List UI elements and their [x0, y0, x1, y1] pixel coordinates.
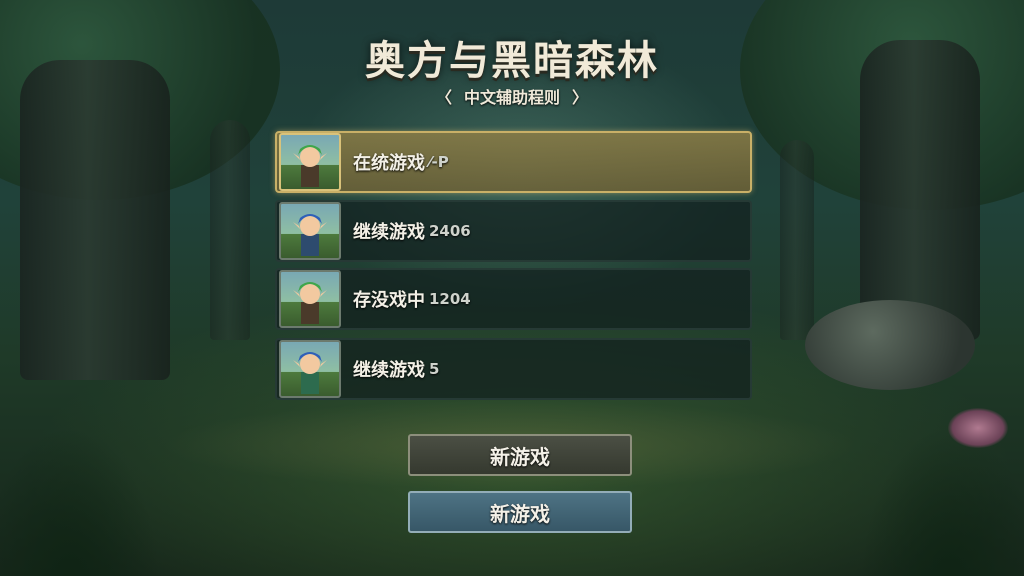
new-game-button[interactable]: 新游戏 — [408, 434, 632, 476]
save-slot-number: 5 — [429, 360, 440, 378]
character-portrait — [279, 202, 341, 260]
save-slot-1[interactable]: 在统游戏 ⁄-P — [275, 131, 752, 193]
save-slot-3[interactable]: 存没戏中 1204 — [275, 268, 752, 330]
pink-flower — [948, 408, 1008, 448]
game-title: 奥方与黑暗森林 — [365, 37, 659, 84]
new-game-button-secondary[interactable]: 新游戏 — [408, 491, 632, 533]
tree-trunk — [780, 140, 814, 340]
save-slot-number: 2406 — [429, 222, 471, 240]
character-portrait — [279, 340, 341, 398]
save-slot-2[interactable]: 继续游戏 2406 — [275, 200, 752, 262]
tree-trunk — [20, 60, 170, 380]
save-slot-label: 存没戏中 — [353, 290, 425, 311]
save-slot-number: ⁄-P — [429, 153, 449, 171]
elf-portrait-icon — [293, 282, 327, 324]
elf-portrait-icon — [293, 145, 327, 187]
save-slot-label: 在统游戏 — [353, 153, 425, 174]
game-screen: 奥方与黑暗森林 〈中文辅助程则〉 在统游戏 ⁄-P 继续游戏 2406 存没戏中… — [0, 0, 1024, 576]
foreground-fern — [0, 426, 160, 576]
subtitle-left-bracket: 〈 — [435, 88, 452, 107]
save-slot-label: 继续游戏 — [353, 222, 425, 243]
character-portrait — [279, 133, 341, 191]
foreground-fern — [860, 426, 1024, 576]
subtitle: 〈中文辅助程则〉 — [0, 84, 1024, 108]
elf-portrait-icon — [293, 214, 327, 256]
save-slot-label: 继续游戏 — [353, 360, 425, 381]
subtitle-text: 中文辅助程则 — [463, 88, 560, 107]
tree-trunk — [210, 120, 250, 340]
character-portrait — [279, 270, 341, 328]
subtitle-right-bracket: 〉 — [572, 88, 589, 107]
save-slot-4[interactable]: 继续游戏 5 — [275, 338, 752, 400]
elf-portrait-icon — [293, 352, 327, 394]
mossy-rock — [805, 300, 975, 390]
save-slot-number: 1204 — [429, 290, 471, 308]
